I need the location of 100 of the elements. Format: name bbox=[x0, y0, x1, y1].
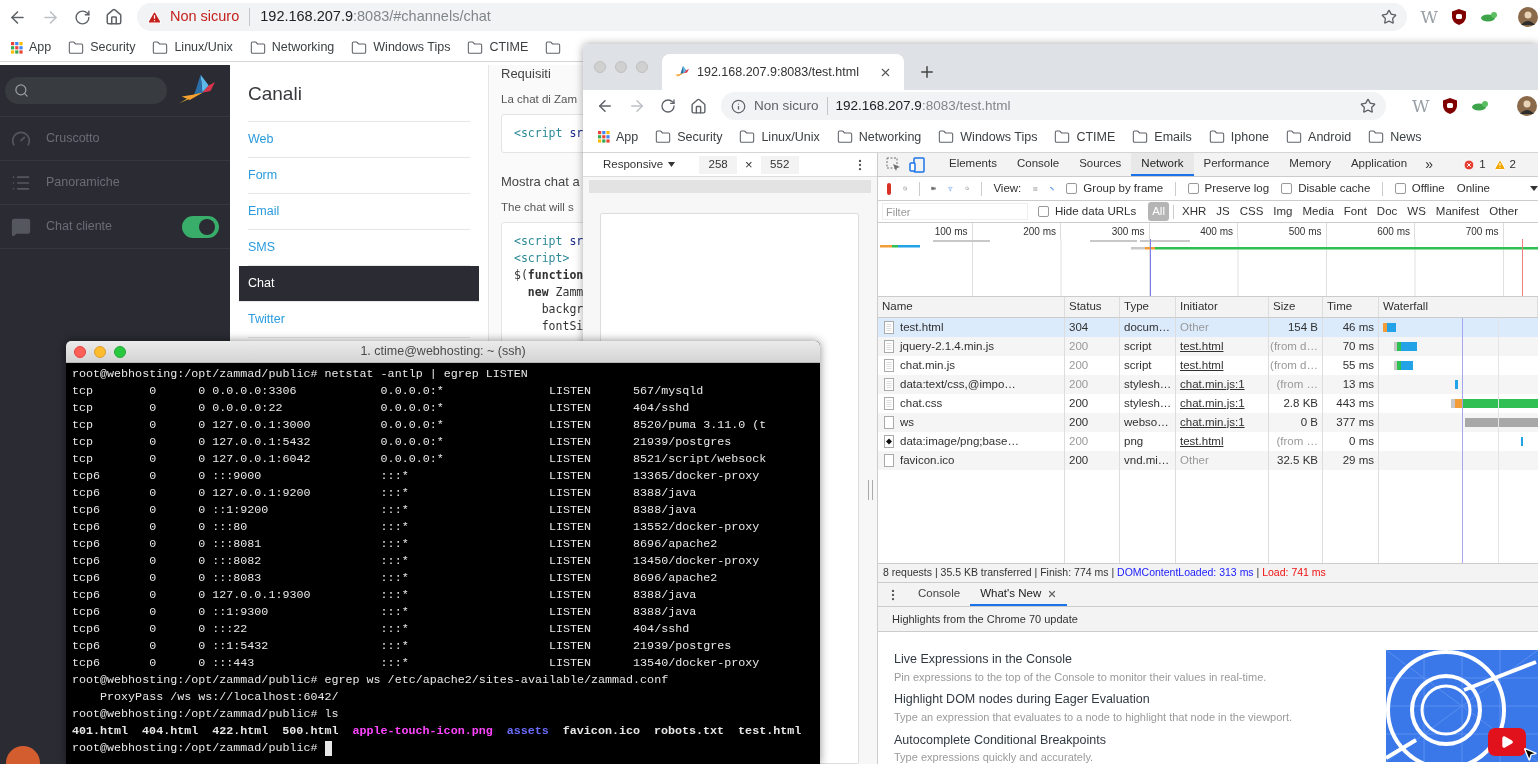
column-header[interactable]: Initiator bbox=[1180, 298, 1218, 316]
checkbox[interactable] bbox=[1038, 206, 1049, 217]
more-tabs-button[interactable]: » bbox=[1417, 154, 1441, 175]
bookmark[interactable]: Security bbox=[655, 127, 723, 147]
shield-icon[interactable] bbox=[1443, 98, 1458, 114]
devtools-tab[interactable]: Sources bbox=[1069, 153, 1132, 176]
throttle-select[interactable]: Online bbox=[1456, 179, 1538, 198]
bookmark-star-icon[interactable] bbox=[1380, 9, 1397, 25]
image-file-icon bbox=[884, 435, 894, 448]
table-row[interactable]: favicon.ico 200 vnd.mi… Other 32.5 KB 29 ms bbox=[878, 451, 1538, 470]
close-icon[interactable] bbox=[1047, 588, 1058, 599]
bookmark[interactable]: App bbox=[598, 127, 639, 147]
bookmark[interactable]: Android bbox=[1286, 127, 1352, 147]
column-header[interactable]: Status bbox=[1069, 298, 1102, 316]
bookmark[interactable] bbox=[545, 39, 562, 56]
initiator-link[interactable]: chat.min.js:1 bbox=[1180, 375, 1245, 394]
status-summary: 8 requests | 35.5 KB transferred | Finish: 774 ms | DOMContentLoaded: 313 ms | Load: 741 ms bbox=[878, 564, 1538, 583]
type-filter-button[interactable]: XHR bbox=[1177, 201, 1211, 222]
type-filter-button[interactable]: JS bbox=[1212, 201, 1234, 222]
type-filter-button[interactable]: Img bbox=[1269, 201, 1297, 222]
column-header[interactable]: Time bbox=[1327, 298, 1353, 316]
bookmark[interactable]: CTIME bbox=[1054, 127, 1116, 147]
table-row[interactable]: data:text/css,@impo… 200 stylesh… chat.min.js:1 (from … 13 ms bbox=[878, 375, 1538, 394]
bookmark[interactable]: Networking bbox=[249, 38, 335, 57]
devtools-tab[interactable]: Elements bbox=[939, 153, 1007, 176]
extension-icon[interactable] bbox=[1480, 11, 1498, 23]
devtools-tab[interactable]: Application bbox=[1340, 153, 1418, 176]
drawer-tab[interactable]: Console bbox=[908, 583, 971, 606]
shield-icon[interactable] bbox=[1452, 9, 1466, 25]
table-row[interactable]: ws 200 webso… chat.min.js:1 0 B 377 ms bbox=[878, 413, 1538, 432]
browser-tab[interactable]: 192.168.207.9:8083/test.html bbox=[662, 54, 904, 90]
device-mode-select[interactable]: Responsive bbox=[603, 155, 676, 174]
column-header[interactable]: Name bbox=[882, 298, 913, 316]
type-filter-button[interactable]: Doc bbox=[1372, 201, 1402, 222]
resize-handle[interactable] bbox=[868, 480, 873, 500]
bookmark[interactable]: News bbox=[1368, 127, 1422, 147]
type-filter-button[interactable]: Font bbox=[1339, 201, 1371, 222]
column-header[interactable]: Type bbox=[1124, 298, 1149, 316]
bookmark-star-icon[interactable] bbox=[1360, 98, 1376, 114]
devtools-tab[interactable]: Performance bbox=[1193, 153, 1280, 176]
initiator-link[interactable]: test.html bbox=[1180, 337, 1224, 356]
reload-icon[interactable] bbox=[73, 8, 91, 26]
search-field[interactable] bbox=[5, 77, 167, 104]
type-filter-button[interactable]: Manifest bbox=[1431, 201, 1484, 222]
initiator-link[interactable]: chat.min.js:1 bbox=[1180, 394, 1245, 413]
avatar-icon[interactable] bbox=[1518, 7, 1538, 27]
reload-icon[interactable] bbox=[660, 98, 676, 114]
inspect-icon[interactable] bbox=[886, 157, 901, 172]
column-header[interactable]: Size bbox=[1273, 298, 1296, 316]
devtools-tab[interactable]: Console bbox=[1006, 153, 1070, 176]
type-filter-button[interactable]: Other bbox=[1485, 201, 1523, 222]
type-filter-button[interactable]: WS bbox=[1403, 201, 1430, 222]
filter-field[interactable]: Filter bbox=[882, 203, 1028, 220]
table-cell-text: 200 bbox=[1069, 395, 1089, 411]
feature-title[interactable]: Autocomplete Conditional Breakpoints bbox=[894, 730, 1386, 750]
checkbox[interactable] bbox=[1066, 183, 1078, 194]
table-cell-text: 304 bbox=[1069, 319, 1089, 335]
type-filter-button[interactable]: Media bbox=[1298, 201, 1338, 222]
home-icon[interactable] bbox=[104, 8, 123, 26]
table-cell-text: 200 bbox=[1069, 452, 1089, 468]
bookmark[interactable]: Security bbox=[68, 38, 136, 57]
home-icon[interactable] bbox=[690, 97, 707, 115]
address-bar[interactable]: Non sicuro 192.168.207.9:8083/#channels/chat bbox=[136, 3, 1407, 31]
feature-title[interactable]: Live Expressions in the Console bbox=[894, 650, 1386, 669]
new-tab-icon[interactable] bbox=[918, 63, 936, 81]
devtools-tab[interactable]: Memory bbox=[1279, 153, 1341, 176]
bookmark[interactable]: Iphone bbox=[1208, 127, 1270, 147]
device-toggle-icon[interactable] bbox=[909, 156, 925, 173]
extension-icon[interactable] bbox=[1471, 100, 1490, 112]
height-field[interactable]: 552 bbox=[760, 155, 799, 174]
initiator-link[interactable]: test.html bbox=[1180, 356, 1224, 375]
window-zoom-button[interactable] bbox=[114, 346, 126, 358]
bookmark[interactable]: Windows Tips bbox=[938, 127, 1038, 147]
type-filter-button[interactable]: CSS bbox=[1235, 201, 1268, 222]
avatar-icon[interactable] bbox=[1517, 96, 1538, 116]
channel-link[interactable]: Chat bbox=[239, 265, 479, 301]
window-close-button[interactable] bbox=[74, 346, 86, 358]
record-button[interactable] bbox=[887, 182, 891, 195]
bookmark[interactable]: Emails bbox=[1132, 127, 1192, 147]
toggle-switch[interactable] bbox=[182, 215, 219, 238]
bookmark[interactable]: Networking bbox=[836, 127, 922, 147]
checkbox[interactable] bbox=[1187, 183, 1199, 194]
width-field[interactable]: 258 bbox=[699, 155, 738, 174]
feature-title[interactable]: Highlight DOM nodes during Eager Evaluation bbox=[894, 690, 1386, 709]
play-button[interactable] bbox=[1488, 728, 1526, 756]
bookmark[interactable]: Linux/Unix bbox=[152, 38, 233, 57]
checkbox[interactable] bbox=[1394, 183, 1406, 194]
initiator-link[interactable]: chat.min.js:1 bbox=[1180, 413, 1245, 432]
initiator-link[interactable]: test.html bbox=[1180, 432, 1224, 451]
terminal-line: root@webhosting:/opt/zammad/public# netstat -antlp | egrep LISTEN bbox=[72, 366, 528, 383]
back-icon[interactable] bbox=[596, 97, 614, 115]
bookmark[interactable]: App bbox=[11, 38, 52, 57]
bookmark[interactable]: Windows Tips bbox=[351, 38, 451, 57]
table-row[interactable]: test.html 304 docum… Other 154 B 46 ms bbox=[878, 318, 1538, 337]
address-bar[interactable]: Non sicuro 192.168.207.9:8083/test.html bbox=[721, 92, 1386, 120]
devtools-tab[interactable]: Network bbox=[1131, 153, 1194, 176]
bookmark[interactable]: CTIME bbox=[467, 38, 529, 57]
table-row[interactable]: jquery-2.1.4.min.js 200 script test.html (from d… 70 ms bbox=[878, 337, 1538, 356]
checkbox[interactable] bbox=[1281, 183, 1293, 194]
column-header[interactable]: Waterfall bbox=[1383, 298, 1428, 316]
